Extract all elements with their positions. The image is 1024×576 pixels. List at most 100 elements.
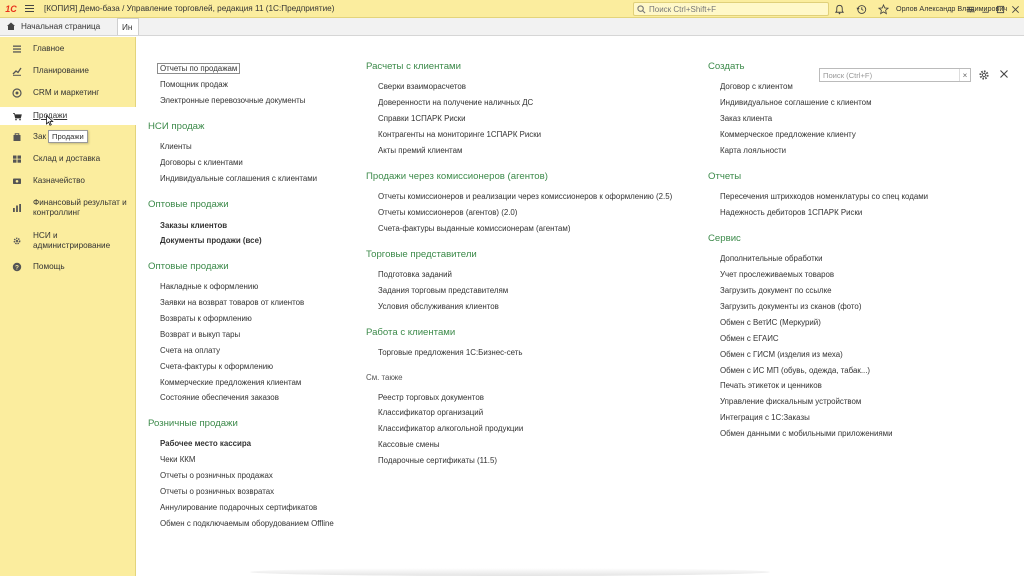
link-returns-to-process[interactable]: Возвраты к оформлению	[160, 314, 252, 323]
mouse-cursor-icon	[46, 115, 54, 126]
link-commission-vat-invoices[interactable]: Счета-фактуры выданные комиссионерам (аг…	[378, 224, 570, 233]
link-clients[interactable]: Клиенты	[160, 142, 192, 151]
global-search-placeholder: Поиск Ctrl+Shift+F	[649, 4, 717, 14]
link-cashier-workplace[interactable]: Рабочее место кассира	[160, 439, 251, 448]
sidebar-item-treasury[interactable]: Казначейство	[0, 174, 136, 188]
sidebar: Главное Планирование CRM и маркетинг Про…	[0, 37, 136, 576]
link-retail-sales-reports[interactable]: Отчеты о розничных продажах	[160, 471, 273, 480]
link-fiscal-device[interactable]: Управление фискальным устройством	[720, 397, 861, 406]
link-print-labels[interactable]: Печать этикеток и ценников	[720, 381, 822, 390]
link-customer-orders[interactable]: Заказы клиентов	[160, 221, 227, 230]
link-task-preparation[interactable]: Подготовка заданий	[378, 270, 452, 279]
gear-icon[interactable]	[978, 69, 990, 81]
link-debtor-reliability[interactable]: Надежность дебиторов 1СПАРК Риски	[720, 208, 862, 217]
link-traceable-goods[interactable]: Учет прослеживаемых товаров	[720, 270, 834, 279]
help-icon: ?	[12, 262, 22, 272]
link-reconciliations[interactable]: Сверки взаиморасчетов	[378, 82, 466, 91]
link-payment-invoices[interactable]: Счета на оплату	[160, 346, 220, 355]
tab-home[interactable]: Начальная страница	[0, 17, 117, 35]
sidebar-item-nsi[interactable]: НСИ и администрирование	[0, 228, 136, 254]
link-mobile-apps-exchange[interactable]: Обмен данными с мобильными приложениями	[720, 429, 893, 438]
link-create-loyalty-card[interactable]: Карта лояльности	[720, 146, 786, 155]
bottom-shadow	[250, 568, 770, 576]
link-gift-certificates[interactable]: Подарочные сертификаты (11.5)	[378, 456, 497, 465]
link-create-offer[interactable]: Коммерческое предложение клиенту	[720, 130, 856, 139]
search-icon	[637, 4, 646, 13]
link-vat-invoices[interactable]: Счета-фактуры к оформлению	[160, 362, 273, 371]
link-vetis-exchange[interactable]: Обмен с ВетИС (Меркурий)	[720, 318, 821, 327]
tab-info[interactable]: Ин	[117, 18, 139, 35]
history-icon[interactable]	[856, 4, 867, 15]
link-gift-cert-cancel[interactable]: Аннулирование подарочных сертификатов	[160, 503, 317, 512]
link-client-contracts[interactable]: Договоры с клиентами	[160, 158, 243, 167]
link-container-return[interactable]: Возврат и выкуп тары	[160, 330, 240, 339]
link-load-doc-by-link[interactable]: Загрузить документ по ссылке	[720, 286, 832, 295]
link-create-contract[interactable]: Договор с клиентом	[720, 82, 793, 91]
sales-section-panel: Поиск (Ctrl+F) × Отчеты по продажам Помо…	[137, 37, 1024, 576]
link-1c-orders-integration[interactable]: Интеграция с 1С:Заказы	[720, 413, 810, 422]
maximize-icon[interactable]	[996, 5, 1005, 14]
bell-icon[interactable]	[834, 4, 845, 15]
heading-client-settlements: Расчеты с клиентами	[366, 61, 462, 72]
link-create-order[interactable]: Заказ клиента	[720, 114, 772, 123]
link-barcode-intersections[interactable]: Пересечения штрихкодов номенклатуры со с…	[720, 192, 928, 201]
svg-text:?: ?	[15, 265, 19, 272]
sidebar-item-finance[interactable]: Финансовый результат и контроллинг	[0, 195, 136, 221]
tabs-bar: Начальная страница Ин	[0, 18, 1024, 36]
favorites-star-icon[interactable]	[878, 3, 889, 15]
link-business-network-offers[interactable]: Торговые предложения 1С:Бизнес-сеть	[378, 348, 522, 357]
heading-wholesale: Оптовые продажи	[148, 261, 229, 272]
window-title: [КОПИЯ] Демо-база / Управление торговлей…	[44, 4, 335, 13]
settings-icon	[13, 237, 21, 245]
minimize-icon[interactable]	[981, 5, 990, 14]
section-filter-input[interactable]: Поиск (Ctrl+F)	[819, 68, 971, 82]
link-cash-powers-of-attorney[interactable]: Доверенности на получение наличных ДС	[378, 98, 533, 107]
sidebar-item-help[interactable]: ? Помощь	[0, 260, 136, 274]
main-menu-icon[interactable]	[22, 0, 38, 18]
app-logo: 1С	[5, 3, 17, 14]
sidebar-item-sales[interactable]: Продажи	[0, 107, 136, 125]
link-order-provision[interactable]: Состояние обеспечения заказов	[160, 393, 279, 402]
link-egais-exchange[interactable]: Обмен с ЕГАИС	[720, 334, 779, 343]
link-electronic-waybills[interactable]: Электронные перевозочные документы	[160, 96, 305, 105]
warehouse-icon	[13, 155, 21, 163]
window-menu-icon[interactable]	[966, 5, 975, 14]
link-retail-returns-reports[interactable]: Отчеты о розничных возвратах	[160, 487, 274, 496]
link-sales-reports[interactable]: Отчеты по продажам	[157, 63, 241, 74]
link-return-requests[interactable]: Заявки на возврат товаров от клиентов	[160, 298, 304, 307]
link-load-docs-from-scans[interactable]: Загрузить документы из сканов (фото)	[720, 302, 861, 311]
link-trade-docs-registry[interactable]: Реестр торговых документов	[378, 393, 484, 402]
link-commission-reports-25[interactable]: Отчеты комиссионеров и реализации через …	[378, 192, 672, 201]
link-extra-processing[interactable]: Дополнительные обработки	[720, 254, 823, 263]
heading-commission-sales: Продажи через комиссионеров (агентов)	[366, 171, 548, 182]
link-sales-assistant[interactable]: Помощник продаж	[160, 80, 228, 89]
link-org-classifier[interactable]: Классификатор организаций	[378, 408, 483, 417]
link-commercial-offers[interactable]: Коммерческие предложения клиентам	[160, 378, 301, 387]
sidebar-item-planning[interactable]: Планирование	[0, 64, 136, 78]
link-kkm-receipts[interactable]: Чеки ККМ	[160, 455, 195, 464]
link-invoices-to-process[interactable]: Накладные к оформлению	[160, 282, 258, 291]
link-alcohol-classifier[interactable]: Классификатор алкогольной продукции	[378, 424, 523, 433]
link-bonus-acts[interactable]: Акты премий клиентам	[378, 146, 462, 155]
link-service-terms[interactable]: Условия обслуживания клиентов	[378, 302, 499, 311]
link-spark-monitoring[interactable]: Контрагенты на мониторинге 1СПАРК Риски	[378, 130, 541, 139]
link-gism-exchange[interactable]: Обмен с ГИСМ (изделия из меха)	[720, 350, 843, 359]
sidebar-item-main[interactable]: Главное	[0, 42, 136, 56]
close-window-icon[interactable]	[1011, 5, 1020, 14]
sidebar-item-warehouse[interactable]: Склад и доставка	[0, 152, 136, 166]
link-cash-shifts[interactable]: Кассовые смены	[378, 440, 440, 449]
global-search-input[interactable]: Поиск Ctrl+Shift+F	[633, 2, 829, 16]
filter-clear-button[interactable]: ×	[959, 69, 970, 81]
link-commission-reports-20[interactable]: Отчеты комиссионеров (агентов) (2.0)	[378, 208, 517, 217]
sidebar-item-crm[interactable]: CRM и маркетинг	[0, 86, 136, 100]
close-icon[interactable]	[999, 69, 1009, 79]
heading-see-also: См. также	[366, 373, 403, 382]
link-ismp-exchange[interactable]: Обмен с ИС МП (обувь, одежда, табак...)	[720, 366, 870, 375]
cart-icon	[13, 113, 22, 121]
link-sales-documents-all[interactable]: Документы продажи (все)	[160, 236, 262, 245]
link-create-agreement[interactable]: Индивидуальное соглашение с клиентом	[720, 98, 872, 107]
link-rep-tasks[interactable]: Задания торговым представителям	[378, 286, 508, 295]
link-client-agreements[interactable]: Индивидуальные соглашения с клиентами	[160, 174, 317, 183]
link-offline-equipment[interactable]: Обмен с подключаемым оборудованием Offli…	[160, 519, 334, 528]
link-spark-references[interactable]: Справки 1СПАРК Риски	[378, 114, 466, 123]
